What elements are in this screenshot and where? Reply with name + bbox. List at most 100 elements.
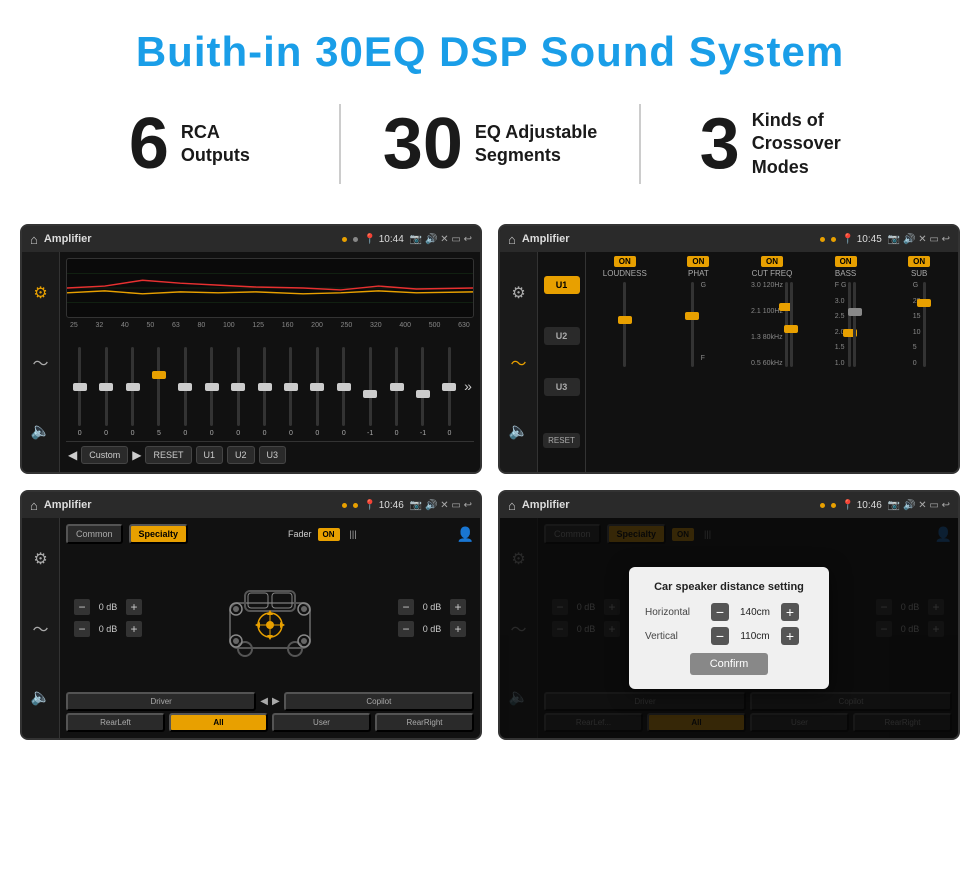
eq-reset-button[interactable]: RESET — [145, 446, 191, 464]
zone-all-btn[interactable]: All — [169, 713, 268, 732]
loudness-label: LOUDNESS — [603, 269, 647, 278]
eq-main: 25 32 40 50 63 80 100 125 160 200 250 32… — [60, 252, 480, 472]
arrow-left-icon[interactable]: ◀ — [260, 696, 268, 707]
eq-slider-10[interactable]: 0 — [306, 347, 329, 437]
home-icon-1[interactable]: ⌂ — [30, 232, 38, 247]
db-value-4: 0 dB — [417, 624, 447, 634]
db-minus-2[interactable]: − — [74, 621, 90, 637]
eq-slider-12[interactable]: -1 — [358, 347, 381, 437]
sidebar-wave-icon-2[interactable]: 〜 — [510, 350, 526, 374]
dialog-horizontal-plus[interactable]: + — [781, 603, 799, 621]
fader-car-area: − 0 dB + − 0 dB + — [66, 548, 474, 688]
eq-slider-6[interactable]: 0 — [200, 347, 223, 437]
eq-more-icon[interactable]: » — [464, 378, 472, 394]
stat-crossover-number: 3 — [700, 108, 740, 180]
eq-slider-14[interactable]: -1 — [411, 347, 434, 437]
eq-slider-7[interactable]: 0 — [226, 347, 249, 437]
fader-bottom-row: Driver ◀ ▶ Copilot — [66, 692, 474, 711]
bass-on-badge[interactable]: ON — [835, 256, 857, 267]
sidebar-wave-icon-3[interactable]: 〜 — [32, 616, 48, 640]
eq-slider-13[interactable]: 0 — [385, 347, 408, 437]
crossover-reset-btn[interactable]: RESET — [543, 433, 580, 448]
screen-eq: ⌂ Amplifier 📍 10:44 📷 🔊 ✕ ▭ ↩ ⚙ 〜 🔈 — [20, 224, 482, 474]
zone-copilot-btn[interactable]: Copilot — [284, 692, 474, 711]
dialog-vertical-plus[interactable]: + — [781, 627, 799, 645]
dialog-horizontal-label: Horizontal — [645, 607, 705, 618]
topbar-icons-4: 📷 🔊 ✕ ▭ ↩ — [888, 500, 950, 511]
eq-slider-5[interactable]: 0 — [174, 347, 197, 437]
crossover-u2-btn[interactable]: U2 — [544, 327, 580, 345]
stat-eq-label: EQ AdjustableSegments — [475, 121, 597, 168]
phat-slider[interactable] — [691, 282, 694, 367]
db-plus-1[interactable]: + — [126, 599, 142, 615]
sidebar-wave-icon[interactable]: 〜 — [32, 350, 48, 374]
bass-slider-1[interactable] — [848, 282, 851, 367]
eq-slider-8[interactable]: 0 — [253, 347, 276, 437]
eq-slider-11[interactable]: 0 — [332, 347, 355, 437]
sub-on-badge[interactable]: ON — [908, 256, 930, 267]
eq-slider-2[interactable]: 0 — [94, 347, 117, 437]
zone-rearright-btn[interactable]: RearRight — [375, 713, 474, 732]
fader-on-badge[interactable]: ON — [318, 528, 340, 541]
zone-driver-btn[interactable]: Driver — [66, 692, 256, 711]
eq-slider-3[interactable]: 0 — [121, 347, 144, 437]
sidebar-eq-icon-3[interactable]: ⚙ — [33, 549, 47, 569]
eq-u2-button[interactable]: U2 — [227, 446, 255, 464]
fader-common-tab[interactable]: Common — [66, 524, 123, 544]
topbar-time-4: 📍 10:46 — [842, 500, 882, 511]
phat-on-badge[interactable]: ON — [687, 256, 709, 267]
sidebar-speaker-icon-3[interactable]: 🔈 — [31, 687, 51, 707]
fader-user-icon[interactable]: 👤 — [457, 526, 474, 543]
fader-specialty-tab[interactable]: Specialty — [129, 524, 189, 544]
topbar-dot-4 — [831, 237, 836, 242]
eq-custom-button[interactable]: Custom — [81, 446, 128, 464]
home-icon-3[interactable]: ⌂ — [30, 498, 38, 513]
stat-crossover-label: Kinds ofCrossover Modes — [752, 109, 882, 179]
db-plus-4[interactable]: + — [450, 621, 466, 637]
cutfreq-label: CUT FREQ — [752, 269, 793, 278]
eq-slider-1[interactable]: 0 — [68, 347, 91, 437]
topbar-4: ⌂ Amplifier 📍 10:46 📷 🔊 ✕ ▭ ↩ — [500, 492, 958, 518]
page-title: Buith-in 30EQ DSP Sound System — [0, 0, 980, 94]
dialog-horizontal-minus[interactable]: − — [711, 603, 729, 621]
eq-play-button[interactable]: ▶ — [132, 448, 141, 462]
eq-u1-button[interactable]: U1 — [196, 446, 224, 464]
crossover-u3-btn[interactable]: U3 — [544, 378, 580, 396]
arrow-right-icon[interactable]: ▶ — [272, 696, 280, 707]
sidebar-eq-icon-2[interactable]: ⚙ — [511, 283, 525, 303]
stat-eq: 30 EQ AdjustableSegments — [361, 108, 620, 180]
zone-user-btn[interactable]: User — [272, 713, 371, 732]
dialog-vertical-minus[interactable]: − — [711, 627, 729, 645]
dialog-confirm-button[interactable]: Confirm — [690, 653, 769, 675]
topbar-icons-2: 📷 🔊 ✕ ▭ ↩ — [888, 234, 950, 245]
sub-slider[interactable] — [923, 282, 926, 367]
topbar-time-2: 📍 10:45 — [842, 234, 882, 245]
eq-slider-4[interactable]: 5 — [147, 347, 170, 437]
eq-prev-button[interactable]: ◀ — [68, 448, 77, 462]
db-plus-3[interactable]: + — [450, 599, 466, 615]
eq-slider-9[interactable]: 0 — [279, 347, 302, 437]
sidebar-eq-icon[interactable]: ⚙ — [33, 283, 47, 303]
eq-u3-button[interactable]: U3 — [259, 446, 287, 464]
home-icon-2[interactable]: ⌂ — [508, 232, 516, 247]
bass-label: BASS — [835, 269, 856, 278]
topbar-icons-1: 📷 🔊 ✕ ▭ ↩ — [410, 234, 472, 245]
zone-rearleft-btn[interactable]: RearLeft — [66, 713, 165, 732]
db-minus-4[interactable]: − — [398, 621, 414, 637]
db-minus-1[interactable]: − — [74, 599, 90, 615]
db-plus-2[interactable]: + — [126, 621, 142, 637]
cutfreq-slider-2[interactable] — [790, 282, 793, 367]
eq-slider-15[interactable]: 0 — [438, 347, 461, 437]
topbar-title-2: Amplifier — [522, 233, 814, 245]
bass-slider-2[interactable] — [853, 282, 856, 367]
db-minus-3[interactable]: − — [398, 599, 414, 615]
loudness-on-badge[interactable]: ON — [614, 256, 636, 267]
screen-content-3: ⚙ 〜 🔈 Common Specialty Fader ON ||| 👤 — [22, 518, 480, 738]
sidebar-speaker-icon-2[interactable]: 🔈 — [509, 421, 529, 441]
home-icon-4[interactable]: ⌂ — [508, 498, 516, 513]
sidebar-speaker-icon[interactable]: 🔈 — [31, 421, 51, 441]
loudness-slider[interactable] — [623, 282, 626, 367]
crossover-u1-btn[interactable]: U1 — [544, 276, 580, 294]
cutfreq-on-badge[interactable]: ON — [761, 256, 783, 267]
db-value-3: 0 dB — [417, 602, 447, 612]
